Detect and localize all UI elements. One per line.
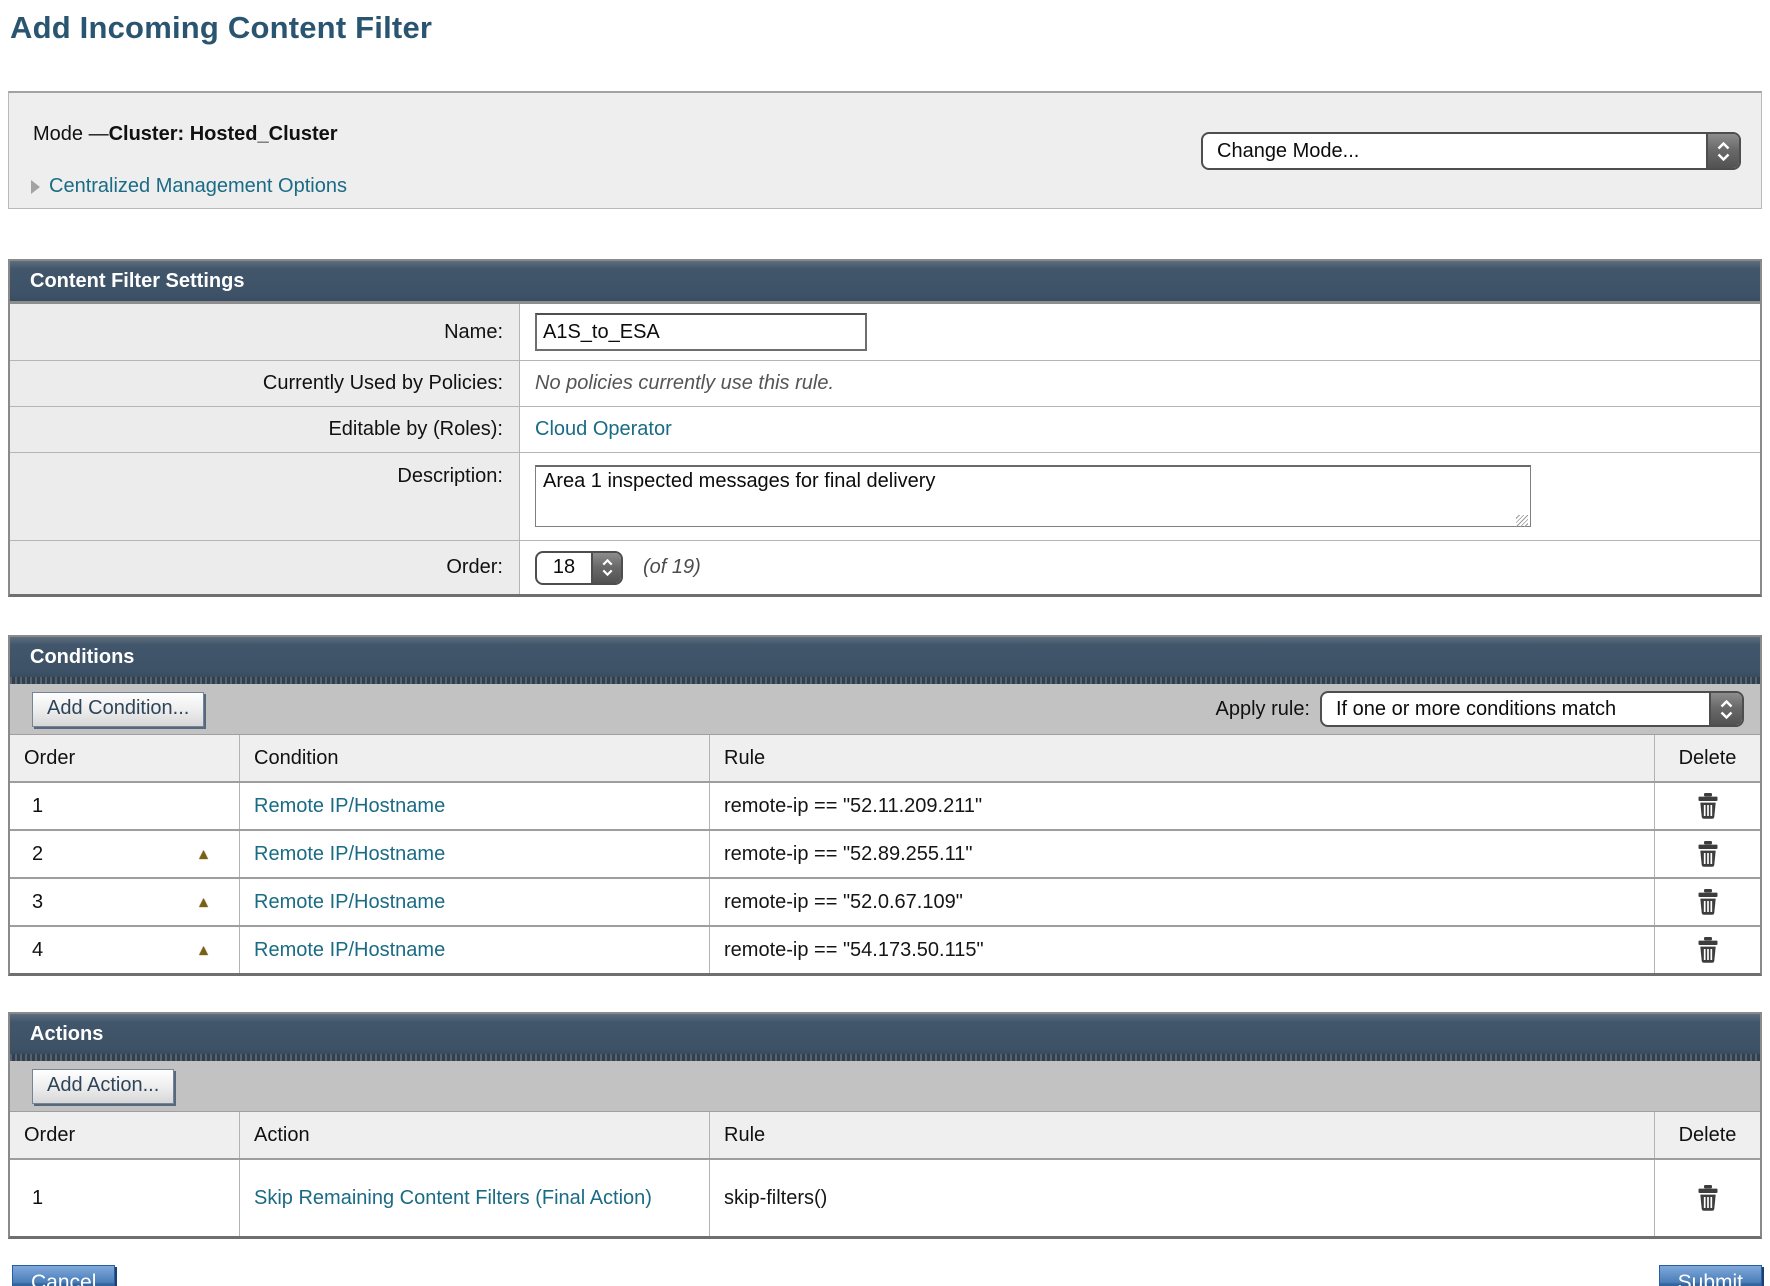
submit-button[interactable]: Submit [1659,1265,1762,1286]
conditions-toolbar: Add Condition... Apply rule: If one or m… [10,684,1760,734]
expand-triangle-icon [31,180,40,194]
footer-actions: Cancel Submit [8,1265,1762,1286]
change-mode-selected-value: Change Mode... [1203,134,1706,168]
dotted-divider [10,677,1760,684]
name-label: Name: [10,304,520,360]
condition-link[interactable]: Remote IP/Hostname [254,939,445,962]
page-title: Add Incoming Content Filter [10,10,1770,46]
apply-rule-selected-value: If one or more conditions match [1322,693,1709,725]
policies-row: Currently Used by Policies: No policies … [10,360,1760,406]
settings-rows: Name: Currently Used by Policies: No pol… [10,301,1760,594]
condition-rule-text: remote-ip == "52.11.209.211" [710,783,1655,829]
condition-row: 4 ▲ Remote IP/Hostname remote-ip == "54.… [10,925,1760,973]
name-row: Name: [10,304,1760,360]
select-spinner-icon [591,553,621,583]
policies-label: Currently Used by Policies: [10,361,520,406]
mode-label: Mode — [33,123,109,145]
column-header-delete: Delete [1655,1112,1760,1158]
condition-order-number: 2 [32,843,43,866]
delete-row-button[interactable] [1694,887,1722,917]
delete-row-button[interactable] [1694,839,1722,869]
column-header-rule: Rule [710,735,1655,781]
content-filter-settings-header: Content Filter Settings [10,261,1760,301]
select-spinner-icon [1709,693,1742,725]
centralized-management-options-link[interactable]: Centralized Management Options [31,175,347,198]
column-header-rule: Rule [710,1112,1655,1158]
condition-rule-text: remote-ip == "52.0.67.109" [710,879,1655,925]
delete-row-button[interactable] [1694,791,1722,821]
cancel-button[interactable]: Cancel [12,1265,115,1286]
policies-value: No policies currently use this rule. [535,372,834,395]
action-row: 1 Skip Remaining Content Filters (Final … [10,1158,1760,1236]
trash-icon [1696,793,1720,819]
textarea-resize-grip-icon[interactable] [1516,515,1528,527]
column-header-delete: Delete [1655,735,1760,781]
cloud-operator-link[interactable]: Cloud Operator [535,418,672,441]
conditions-header: Conditions [10,637,1760,677]
condition-order-number: 4 [32,939,43,962]
action-link[interactable]: Skip Remaining Content Filters (Final Ac… [254,1187,652,1210]
trash-icon [1696,1185,1720,1211]
content-filter-settings-panel: Content Filter Settings Name: Currently … [8,259,1762,597]
condition-link[interactable]: Remote IP/Hostname [254,795,445,818]
conditions-table-header: Order Condition Rule Delete [10,734,1760,781]
delete-row-button[interactable] [1694,1183,1722,1213]
order-select[interactable]: 18 [535,551,623,585]
condition-order-number: 1 [32,795,43,818]
actions-toolbar: Add Action... [10,1061,1760,1111]
move-up-arrow-icon[interactable]: ▲ [196,847,211,862]
dotted-divider [10,1054,1760,1061]
condition-row: 3 ▲ Remote IP/Hostname remote-ip == "52.… [10,877,1760,925]
actions-header: Actions [10,1014,1760,1054]
apply-rule-select[interactable]: If one or more conditions match [1320,691,1744,727]
actions-panel: Actions Add Action... Order Action Rule … [8,1012,1762,1239]
order-row: Order: 18 (of 19) [10,540,1760,594]
apply-rule-label: Apply rule: [1216,698,1311,721]
condition-link[interactable]: Remote IP/Hostname [254,843,445,866]
conditions-panel: Conditions Add Condition... Apply rule: … [8,635,1762,976]
column-header-action: Action [240,1112,710,1158]
add-incoming-content-filter-page: Add Incoming Content Filter Mode —Cluste… [0,10,1770,1286]
trash-icon [1696,889,1720,915]
change-mode-select[interactable]: Change Mode... [1201,132,1741,170]
add-condition-button[interactable]: Add Condition... [32,692,204,727]
mode-line: Mode —Cluster: Hosted_Cluster [33,123,338,146]
apply-rule-group: Apply rule: If one or more conditions ma… [1216,691,1745,727]
description-row: Description: Area 1 inspected messages f… [10,452,1760,540]
column-header-condition: Condition [240,735,710,781]
conditions-title: Conditions [30,646,134,669]
description-textarea[interactable]: Area 1 inspected messages for final deli… [535,465,1531,527]
condition-link[interactable]: Remote IP/Hostname [254,891,445,914]
description-label: Description: [10,453,520,540]
actions-table-header: Order Action Rule Delete [10,1111,1760,1158]
condition-rule-text: remote-ip == "52.89.255.11" [710,831,1655,877]
action-rule-text: skip-filters() [710,1160,1655,1236]
delete-row-button[interactable] [1694,935,1722,965]
editable-roles-row: Editable by (Roles): Cloud Operator [10,406,1760,452]
content-filter-settings-title: Content Filter Settings [30,270,244,293]
add-action-button[interactable]: Add Action... [32,1069,174,1104]
centralized-management-options-label: Centralized Management Options [49,175,347,198]
order-selected-value: 18 [537,553,591,583]
move-up-arrow-icon[interactable]: ▲ [196,943,211,958]
condition-order-number: 3 [32,891,43,914]
actions-title: Actions [30,1023,103,1046]
order-of-note: (of 19) [643,556,701,579]
select-spinner-icon [1706,134,1739,168]
editable-roles-label: Editable by (Roles): [10,407,520,452]
trash-icon [1696,841,1720,867]
condition-row: 2 ▲ Remote IP/Hostname remote-ip == "52.… [10,829,1760,877]
column-header-order: Order [10,1112,240,1158]
name-input[interactable] [535,313,867,351]
condition-rule-text: remote-ip == "54.173.50.115" [710,927,1655,973]
mode-value: Cluster: Hosted_Cluster [109,123,338,145]
column-header-order: Order [10,735,240,781]
move-up-arrow-icon[interactable]: ▲ [196,895,211,910]
trash-icon [1696,937,1720,963]
action-order-number: 1 [32,1187,43,1210]
order-label: Order: [10,541,520,594]
condition-row: 1 Remote IP/Hostname remote-ip == "52.11… [10,781,1760,829]
mode-panel: Mode —Cluster: Hosted_Cluster Centralize… [8,91,1762,209]
